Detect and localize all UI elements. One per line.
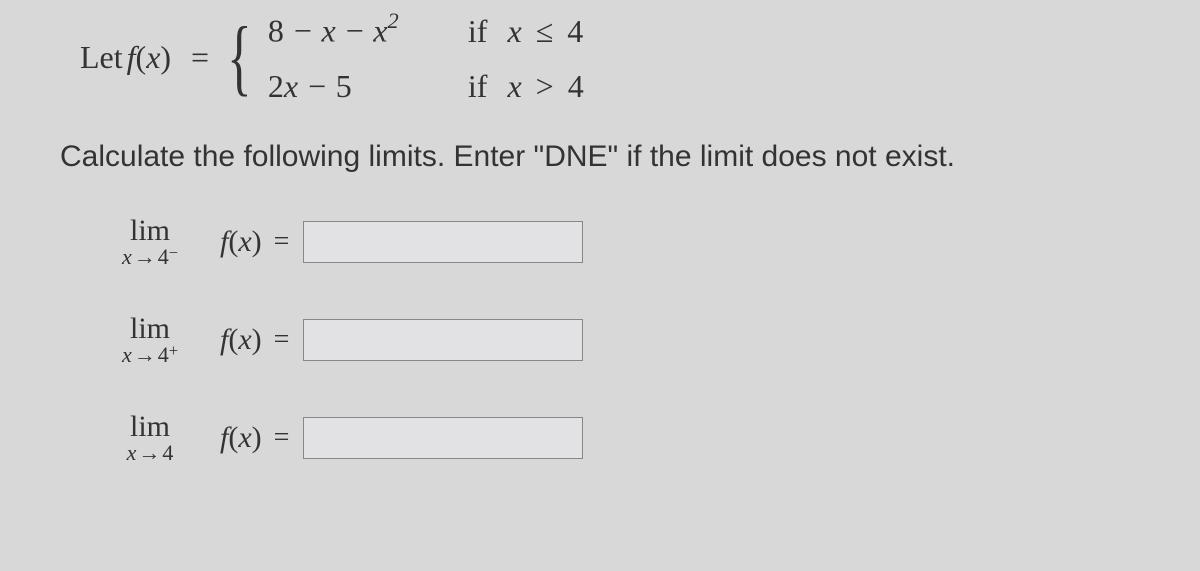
eq-3: =	[274, 422, 290, 454]
case2-if: if	[468, 68, 488, 105]
let-text: Let	[80, 39, 123, 76]
limit-two-sided: lim x→4 f(x) =	[100, 410, 1160, 466]
lim-label: lim	[130, 312, 170, 346]
function-definition: Let f(x) = { 8 − x − x2 if x ≤ 4 2x − 5 …	[80, 10, 1160, 105]
eq-2: =	[274, 324, 290, 356]
eq-1: =	[274, 226, 290, 258]
limits-section: lim x→4− f(x) = lim x→4+ f(x) = lim	[100, 214, 1160, 466]
limit-right: lim x→4+ f(x) =	[100, 312, 1160, 368]
case1-expression: 8 − x − x2	[268, 10, 468, 50]
fx-label-1: f(x)	[220, 225, 262, 259]
fx-symbol: f(x)	[127, 39, 171, 76]
brace-icon: {	[227, 21, 251, 93]
answer-input-right[interactable]	[303, 319, 583, 361]
lim-block-two-sided: lim x→4	[100, 410, 200, 466]
lim-label: lim	[130, 410, 170, 444]
fx-label-2: f(x)	[220, 323, 262, 357]
lim-sub-right: x→4+	[122, 342, 178, 368]
lim-sub-two-sided: x→4	[127, 440, 174, 466]
lim-block-right: lim x→4+	[100, 312, 200, 368]
equals-sign: =	[191, 39, 209, 76]
lim-label: lim	[130, 214, 170, 248]
limit-left: lim x→4− f(x) =	[100, 214, 1160, 270]
case1-if: if	[468, 13, 488, 50]
case2-condition: x > 4	[507, 68, 583, 105]
lim-sub-left: x→4−	[122, 244, 178, 270]
piecewise-cases: 8 − x − x2 if x ≤ 4 2x − 5 if x > 4	[268, 10, 584, 105]
case-row-1: 8 − x − x2 if x ≤ 4	[268, 10, 584, 50]
case1-condition: x ≤ 4	[507, 13, 583, 50]
case2-expression: 2x − 5	[268, 68, 468, 105]
fx-label-3: f(x)	[220, 421, 262, 455]
case-row-2: 2x − 5 if x > 4	[268, 68, 584, 105]
lim-block-left: lim x→4−	[100, 214, 200, 270]
answer-input-left[interactable]	[303, 221, 583, 263]
instruction-text: Calculate the following limits. Enter "D…	[60, 140, 1160, 174]
answer-input-two-sided[interactable]	[303, 417, 583, 459]
